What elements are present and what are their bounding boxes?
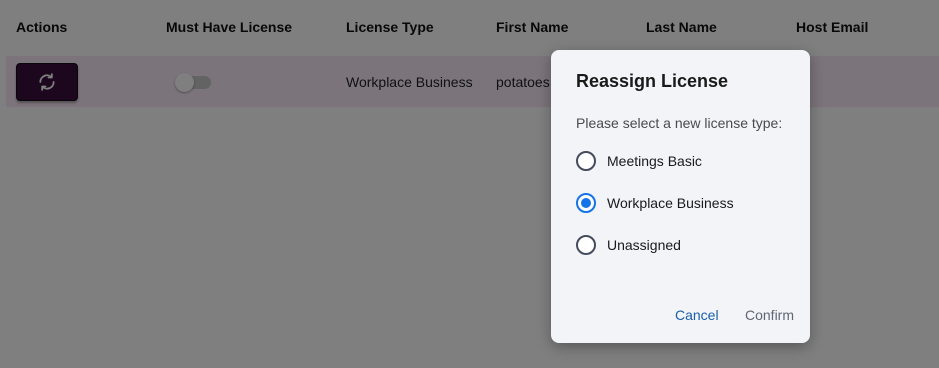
- license-management-page: Actions Must Have License License Type F…: [0, 0, 939, 368]
- dialog-prompt: Please select a new license type:: [576, 115, 783, 131]
- reassign-license-dialog: Reassign License Please select a new lic…: [551, 50, 810, 343]
- radio-option-unassigned[interactable]: Unassigned: [576, 235, 681, 255]
- radio-label: Unassigned: [607, 237, 681, 253]
- radio-button[interactable]: [576, 235, 596, 255]
- dialog-title: Reassign License: [576, 71, 729, 91]
- radio-button[interactable]: [576, 151, 596, 171]
- radio-option-workplace-business[interactable]: Workplace Business: [576, 193, 734, 213]
- cancel-button[interactable]: Cancel: [675, 307, 719, 323]
- radio-button-selected[interactable]: [576, 193, 596, 213]
- radio-label: Workplace Business: [607, 195, 734, 211]
- confirm-button[interactable]: Confirm: [745, 307, 794, 323]
- radio-label: Meetings Basic: [607, 153, 702, 169]
- radio-option-meetings-basic[interactable]: Meetings Basic: [576, 151, 702, 171]
